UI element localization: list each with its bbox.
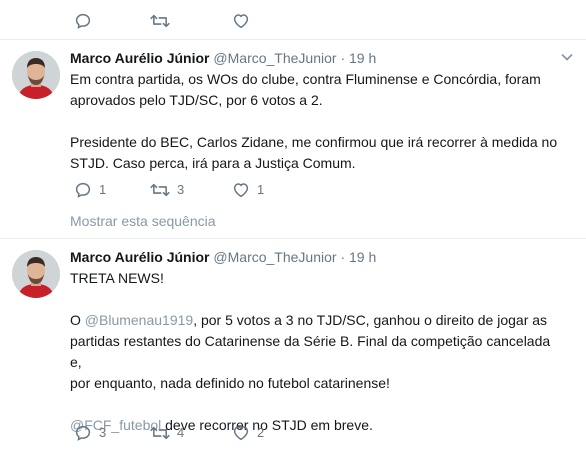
reply-button[interactable]: 3 [74,423,106,443]
text-fragment: O [70,312,85,328]
author-username[interactable]: @Marco_TheJunior [213,50,336,66]
like-count: 1 [257,182,265,197]
tweet-menu-button[interactable] [560,50,574,64]
tweet-header: Marco Aurélio Júnior @Marco_TheJunior · … [70,248,376,266]
previous-tweet-actions [0,0,586,40]
tweet-timestamp[interactable]: 19 h [349,50,376,66]
avatar[interactable] [12,250,60,298]
reply-icon [75,13,91,29]
text-fragment: deve recorrer no STJD em breve. [161,417,373,433]
tweet-text-line: O @Blumenau1919, por 5 votos a 3 no TJD/… [70,310,560,331]
tweet-timestamp[interactable]: 19 h [349,249,376,265]
like-button[interactable] [232,11,257,31]
like-count: 2 [257,425,265,440]
retweet-count: 3 [177,182,185,197]
heart-icon [233,426,249,441]
separator-dot: · [340,50,346,66]
author-fullname[interactable]: Marco Aurélio Júnior [70,249,210,265]
retweet-icon [150,14,170,28]
retweet-icon [150,426,170,440]
tweet-text-line: @FCF_futebol deve recorrer no STJD em br… [70,415,560,436]
tweet-text-line: Presidente do BEC, Carlos Zidane, me con… [70,134,558,150]
author-username[interactable]: @Marco_TheJunior [213,249,336,265]
tweet-text: Em contra partida, os WOs do clube, cont… [70,69,560,174]
retweet-button[interactable]: 4 [150,423,184,443]
author-fullname[interactable]: Marco Aurélio Júnior [70,50,210,66]
reply-count: 1 [99,182,107,197]
tweet-headline: TRETA NEWS! [70,270,164,286]
avatar-image [12,51,60,99]
show-thread-link[interactable]: Mostrar esta sequência [70,212,216,230]
tweet[interactable]: Marco Aurélio Júnior @Marco_TheJunior · … [0,40,586,239]
tweet-text-line: STJD. Caso perca, irá para a Justiça Com… [70,155,356,171]
tweet-text-line: aprovados pelo TJD/SC, por 6 votos a 2. [70,92,323,108]
retweet-count: 4 [177,425,185,440]
reply-button[interactable]: 1 [74,180,106,200]
separator-dot: · [340,249,346,265]
mention-link[interactable]: @Blumenau1919 [85,312,193,328]
retweet-button[interactable] [150,11,177,31]
heart-icon [233,183,249,198]
tweet-text-line: partidas restantes do Catarinense da Sér… [70,333,551,370]
avatar-image [12,250,60,298]
like-button[interactable]: 1 [232,180,264,200]
tweet-text: TRETA NEWS! O @Blumenau1919, por 5 votos… [70,268,560,436]
text-fragment: , por 5 votos a 3 no TJD/SC, ganhou o di… [193,312,548,328]
heart-icon [233,14,249,29]
retweet-button[interactable]: 3 [150,180,184,200]
reply-button[interactable] [74,11,99,31]
avatar[interactable] [12,51,60,99]
tweet-text-line: Em contra partida, os WOs do clube, cont… [70,71,541,87]
timeline: Marco Aurélio Júnior @Marco_TheJunior · … [0,0,586,458]
tweet-text-line: por enquanto, nada definido no futebol c… [70,375,390,391]
tweet[interactable]: Marco Aurélio Júnior @Marco_TheJunior · … [0,239,586,458]
like-button[interactable]: 2 [232,423,264,443]
tweet-header: Marco Aurélio Júnior @Marco_TheJunior · … [70,49,376,67]
retweet-icon [150,183,170,197]
reply-count: 3 [99,425,107,440]
reply-icon [75,425,91,441]
reply-icon [75,182,91,198]
chevron-down-icon [561,53,573,61]
